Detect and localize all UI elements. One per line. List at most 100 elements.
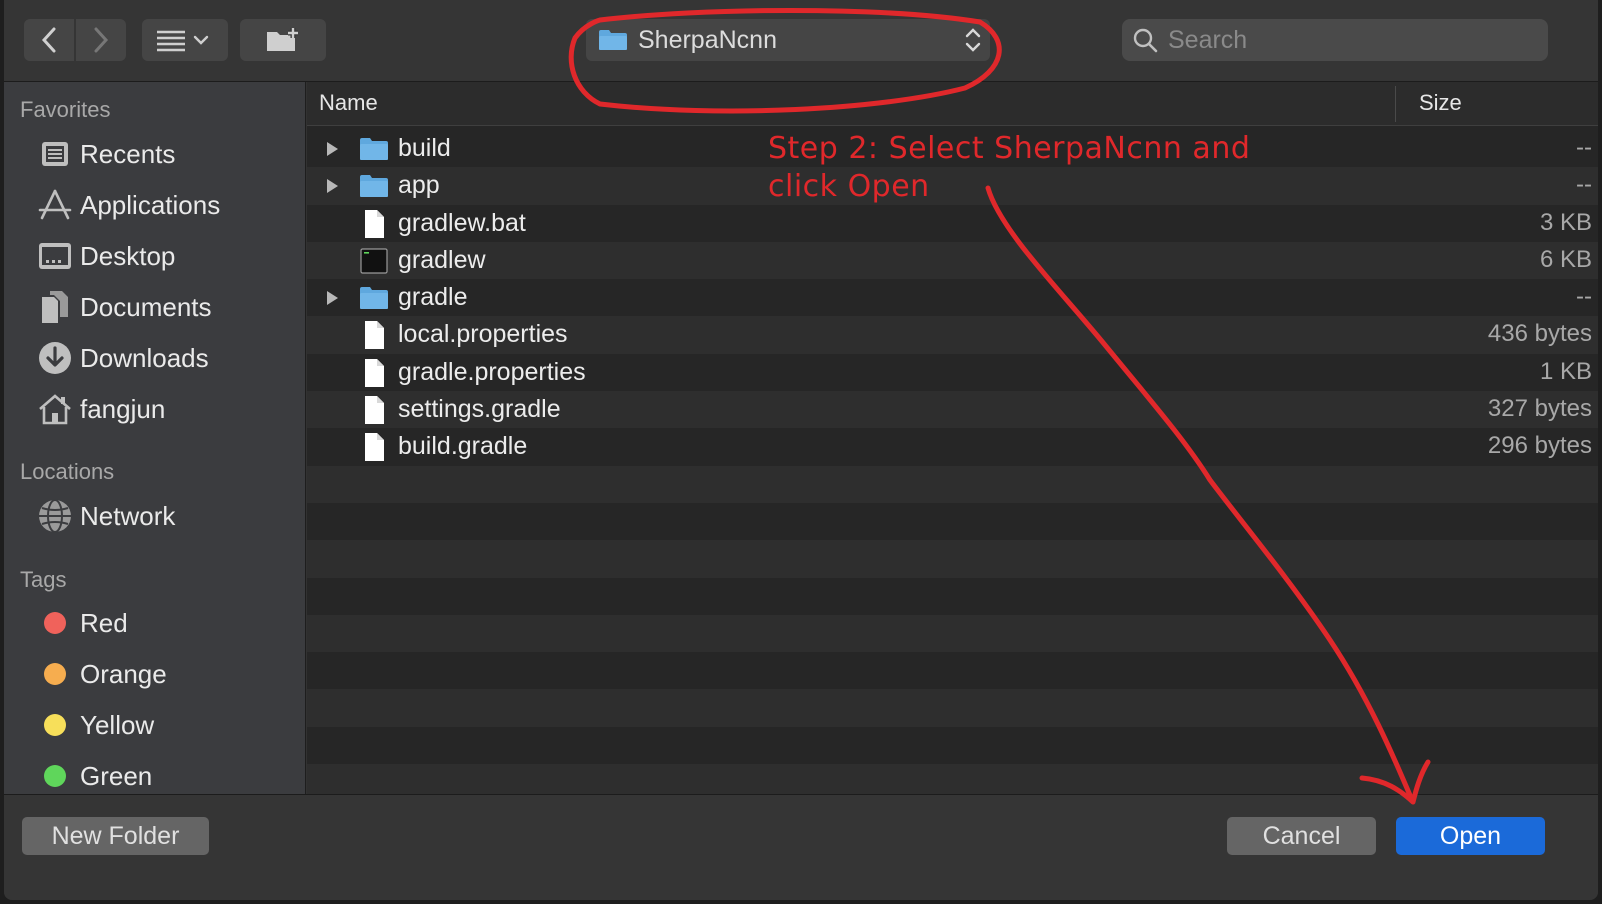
sidebar-item-applications[interactable]: Applications — [36, 183, 220, 227]
list-header: Name Size — [307, 82, 1598, 126]
file-name: gradle.properties — [398, 357, 586, 386]
sidebar-item-network[interactable]: Network — [36, 494, 175, 538]
locations-heading: Locations — [20, 459, 115, 484]
sidebar-tag-red[interactable]: Red — [36, 601, 128, 645]
folder-icon — [360, 287, 388, 310]
sidebar-item-label: Orange — [80, 658, 167, 689]
file-size: 296 bytes — [1487, 432, 1592, 460]
folder-icon — [360, 175, 388, 198]
annotation-text: Step 2: Select SherpaNcnn and click Open — [768, 130, 1250, 206]
view-options-button[interactable] — [142, 19, 228, 61]
file-name: gradlew.bat — [398, 208, 526, 237]
annotation-line-2: click Open — [768, 169, 930, 204]
desktop-icon — [36, 237, 74, 275]
sidebar-item-desktop[interactable]: Desktop — [36, 234, 175, 278]
applications-icon — [36, 186, 74, 224]
empty-row — [307, 614, 1598, 653]
document-file-icon — [365, 209, 384, 238]
tags-heading: Tags — [20, 567, 67, 592]
file-size: 3 KB — [1539, 208, 1592, 236]
sidebar-item-label: Applications — [80, 189, 221, 220]
location-popup[interactable]: SherpaNcnn — [586, 19, 990, 61]
file-row[interactable]: gradle -- — [307, 279, 1598, 316]
file-row[interactable]: gradlew 6 KB — [307, 241, 1598, 280]
sidebar-item-label: Documents — [80, 291, 212, 322]
sidebar-item-label: Desktop — [80, 240, 176, 271]
empty-row — [307, 652, 1598, 689]
file-row[interactable]: settings.gradle 327 bytes — [307, 391, 1598, 429]
file-row[interactable]: local.properties 436 bytes — [307, 316, 1598, 354]
empty-row — [307, 540, 1598, 578]
empty-row — [307, 465, 1598, 503]
sidebar-item-documents[interactable]: Documents — [36, 285, 212, 329]
file-size: 6 KB — [1539, 245, 1592, 273]
empty-row — [307, 727, 1598, 764]
tag-color-dot — [44, 612, 66, 634]
sidebar-item-downloads[interactable]: Downloads — [36, 336, 209, 380]
document-file-icon — [365, 358, 384, 387]
new-folder-button[interactable]: New Folder — [22, 817, 209, 855]
file-name: local.properties — [398, 320, 568, 349]
sidebar-tag-green[interactable]: Green — [36, 754, 152, 794]
file-size: 1 KB — [1539, 357, 1592, 385]
file-row[interactable]: build.gradle 296 bytes — [307, 428, 1598, 465]
sidebar-tag-orange[interactable]: Orange — [36, 652, 167, 696]
column-divider[interactable] — [1395, 86, 1396, 122]
sidebar-tag-yellow[interactable]: Yellow — [36, 703, 154, 747]
empty-row — [307, 503, 1598, 540]
column-header-size[interactable]: Size — [1419, 90, 1462, 116]
toolbar: SherpaNcnn — [4, 0, 1598, 82]
list-view-icon — [157, 30, 209, 52]
back-button[interactable] — [24, 19, 74, 61]
folder-icon — [360, 138, 388, 160]
empty-row — [307, 689, 1598, 727]
folder-icon — [599, 30, 627, 50]
bottom-bar: New Folder Cancel Open — [4, 794, 1598, 900]
file-row[interactable]: gradle.properties 1 KB — [307, 354, 1598, 391]
document-file-icon — [365, 396, 384, 425]
forward-button[interactable] — [76, 19, 126, 61]
downloads-icon — [36, 339, 74, 377]
disclosure-triangle-icon[interactable] — [323, 289, 341, 307]
cancel-button[interactable]: Cancel — [1227, 817, 1376, 855]
disclosure-triangle-icon[interactable] — [323, 177, 341, 195]
search-icon — [1133, 28, 1158, 53]
search-input[interactable] — [1168, 25, 1528, 55]
chevron-left-icon — [41, 27, 56, 53]
file-name: build.gradle — [398, 432, 528, 461]
sidebar: Favorites Recents Applications Desktop D… — [4, 82, 306, 794]
terminal-executable-icon — [360, 248, 388, 274]
sidebar-item-label: Green — [80, 760, 153, 791]
file-row[interactable]: gradlew.bat 3 KB — [307, 205, 1598, 242]
up-down-chevron-icon — [965, 28, 981, 52]
network-icon — [36, 497, 74, 535]
file-name: build — [398, 134, 451, 162]
sidebar-item-label: Network — [80, 500, 176, 531]
disclosure-triangle-icon[interactable] — [323, 140, 341, 158]
file-size: -- — [1576, 283, 1592, 311]
new-folder-icon — [267, 28, 298, 51]
sidebar-item-recents[interactable]: Recents — [36, 132, 175, 176]
file-name: settings.gradle — [398, 395, 561, 424]
file-size: 327 bytes — [1487, 395, 1592, 423]
file-name: app — [398, 171, 440, 200]
annotation-line-1: Step 2: Select SherpaNcnn and — [768, 131, 1251, 166]
open-button[interactable]: Open — [1396, 817, 1545, 855]
column-header-name[interactable]: Name — [319, 90, 378, 116]
file-rows: build -- app -- gradlew.bat 3 KB gradlew 6 KB gr… — [307, 130, 1598, 794]
tag-color-dot — [44, 663, 66, 685]
document-file-icon — [365, 321, 384, 350]
sidebar-item-label: Yellow — [80, 709, 155, 740]
sidebar-item-fangjun[interactable]: fangjun — [36, 387, 165, 431]
file-size: 436 bytes — [1487, 320, 1592, 348]
file-name: gradle — [398, 283, 468, 312]
tag-color-dot — [44, 714, 66, 736]
file-size: -- — [1576, 171, 1592, 199]
sidebar-item-label: Recents — [80, 138, 176, 169]
new-folder-toolbar-button[interactable] — [240, 19, 326, 61]
sidebar-item-label: Downloads — [80, 342, 209, 373]
empty-row — [307, 764, 1598, 794]
chevron-right-icon — [94, 27, 109, 53]
search-field[interactable] — [1122, 19, 1548, 61]
documents-icon — [36, 288, 74, 326]
